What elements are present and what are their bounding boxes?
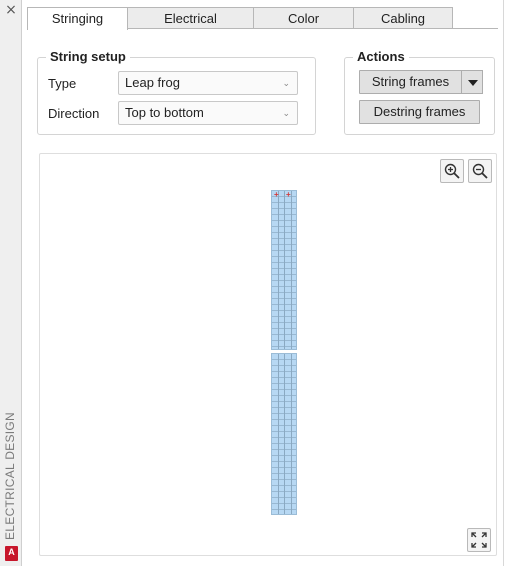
pv-frame-top[interactable]	[271, 190, 297, 350]
zoom-in-icon[interactable]	[440, 159, 464, 183]
string-frames-dropdown-icon[interactable]	[461, 70, 483, 94]
string-frames-button[interactable]: String frames	[359, 70, 462, 94]
direction-row: Direction Top to bottom ⌄	[48, 101, 298, 125]
tab-cabling[interactable]: Cabling	[353, 7, 453, 29]
string-start-marker-icon: +	[286, 190, 291, 199]
type-select[interactable]: Leap frog ⌄	[118, 71, 298, 95]
stringing-tab-content: String setup Type Leap frog ⌄ Direction …	[27, 29, 498, 562]
actions-group: Actions String frames Destring frames	[344, 49, 495, 135]
destring-frames-button[interactable]: Destring frames	[359, 100, 480, 124]
direction-label: Direction	[48, 105, 100, 121]
direction-select-value: Top to bottom	[125, 105, 204, 120]
zoom-out-icon[interactable]	[468, 159, 492, 183]
string-setup-group: String setup Type Leap frog ⌄ Direction …	[37, 49, 316, 135]
tab-electrical-devices[interactable]: Electrical devices	[127, 7, 254, 47]
panel-vertical-title: ELECTRICAL DESIGN	[3, 411, 17, 540]
frame-preview[interactable]: + +	[39, 153, 497, 556]
chevron-down-icon: ⌄	[282, 108, 290, 118]
direction-select[interactable]: Top to bottom ⌄	[118, 101, 298, 125]
app-logo-icon: A	[5, 546, 18, 561]
actions-title: Actions	[353, 49, 409, 64]
string-start-marker-icon: +	[274, 190, 279, 199]
tab-bar: Stringing Electrical devices Color codin…	[27, 7, 453, 47]
close-icon[interactable]: ×	[3, 2, 19, 18]
tab-color-coding[interactable]: Color coding	[253, 7, 354, 47]
side-strip: × ELECTRICAL DESIGN A	[0, 0, 22, 566]
fit-to-screen-icon[interactable]	[467, 528, 491, 552]
type-select-value: Leap frog	[125, 75, 180, 90]
type-label: Type	[48, 75, 77, 91]
type-row: Type Leap frog ⌄	[48, 71, 298, 95]
tab-stringing[interactable]: Stringing	[27, 7, 128, 30]
electrical-design-panel: Stringing Electrical devices Color codin…	[23, 0, 504, 566]
pv-frame-bottom[interactable]	[271, 353, 297, 515]
string-setup-title: String setup	[46, 49, 130, 64]
chevron-down-icon: ⌄	[282, 78, 290, 88]
